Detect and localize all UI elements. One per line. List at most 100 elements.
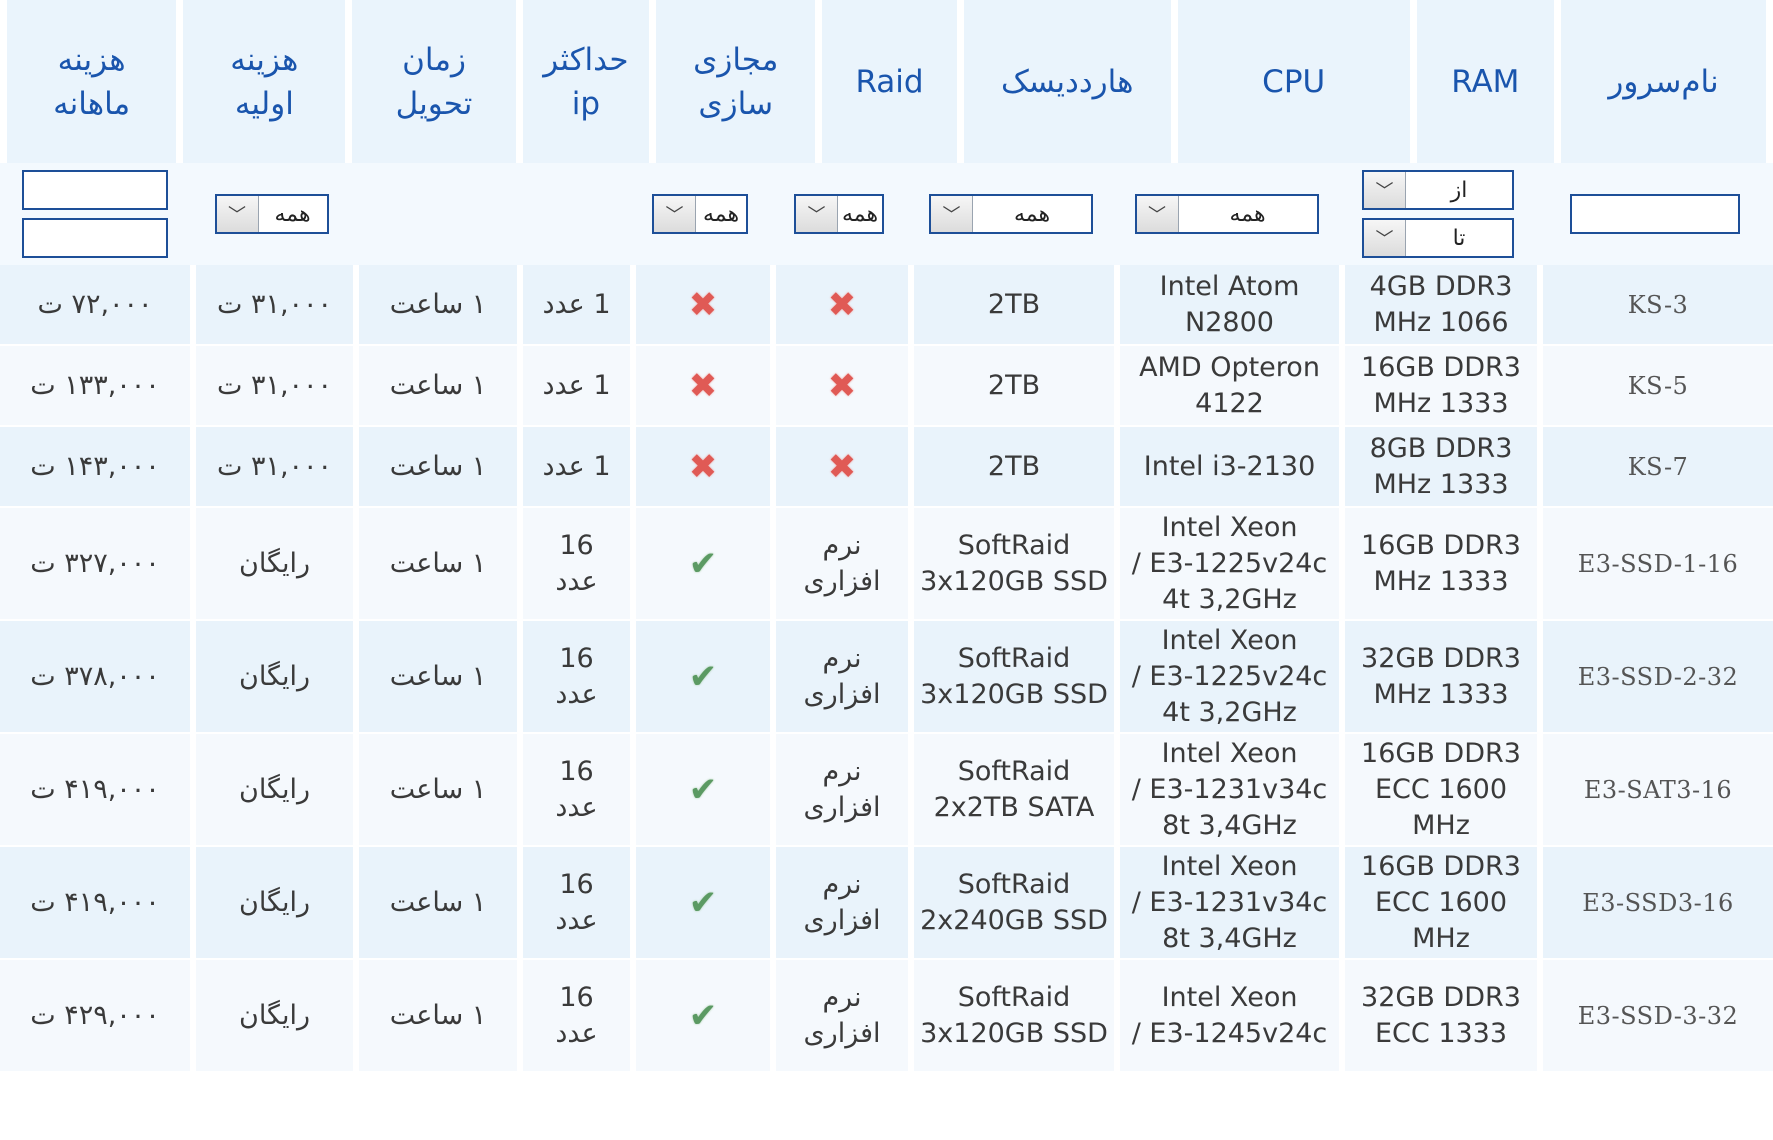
cpu-text: Intel i3-2130 bbox=[1143, 450, 1316, 482]
header-max-ip[interactable]: حداکثر ip bbox=[522, 0, 650, 163]
header-hdd-label: هارددیسک bbox=[1001, 63, 1134, 100]
table-row[interactable]: KS-5 16GB DDR3 1333 MHz AMD Opteron 4122 2TB ✖… bbox=[0, 346, 1773, 427]
check-icon: ✔ bbox=[688, 882, 718, 923]
filter-virtualization-cell: همه ﹀ bbox=[630, 163, 770, 265]
filter-ram-to-select[interactable]: تا ﹀ bbox=[1362, 218, 1514, 258]
header-setup-line1: هزینه bbox=[230, 41, 299, 78]
cell-ram: 32GB DDR3 ECC 1333 bbox=[1339, 960, 1537, 1071]
header-monthly-cost[interactable]: هزینه ماهانه bbox=[7, 0, 177, 163]
ip-text: عدد bbox=[555, 678, 598, 710]
filter-ram-to-value: تا bbox=[1452, 225, 1466, 251]
check-icon: ✔ bbox=[688, 656, 718, 697]
cell-hdd: SoftRaid 3x120GB SSD bbox=[908, 960, 1114, 1071]
delivery-text: ۱ ساعت bbox=[389, 547, 487, 579]
cpu-text: 4t 3,2GHz bbox=[1162, 696, 1297, 728]
delivery-text: ۱ ساعت bbox=[389, 369, 487, 401]
table-row[interactable]: E3-SSD-2-32 32GB DDR3 1333 MHz Intel Xeon E3… bbox=[0, 621, 1773, 734]
chevron-down-icon[interactable]: ﹀ bbox=[1364, 172, 1406, 208]
hdd-text: 3x120GB SSD bbox=[920, 1017, 1108, 1049]
cpu-text: AMD Opteron bbox=[1139, 351, 1320, 383]
cell-server-name: KS-3 bbox=[1537, 265, 1773, 344]
server-name-text: E3-SAT3-16 bbox=[1583, 775, 1733, 804]
cell-raid: نرم افزاری bbox=[770, 508, 908, 619]
filter-ram-from-select[interactable]: از ﹀ bbox=[1362, 170, 1514, 210]
delivery-text: ۱ ساعت bbox=[389, 450, 487, 482]
filter-setup-value: همه bbox=[274, 201, 311, 227]
filter-cpu-select[interactable]: همه ﹀ bbox=[1134, 194, 1319, 234]
table-row[interactable]: KS-3 4GB DDR3 1066 MHz Intel Atom N2800 2TB ✖ ✖… bbox=[0, 265, 1773, 346]
ip-text: 16 bbox=[559, 529, 594, 561]
ip-text: عدد bbox=[555, 565, 598, 597]
raid-text: افزاری bbox=[803, 565, 881, 597]
hdd-text: SoftRaid bbox=[957, 755, 1071, 787]
header-setup-cost[interactable]: هزینه اولیه bbox=[183, 0, 346, 163]
setup-cost-text: رایگان bbox=[238, 660, 311, 692]
ip-text: 16 bbox=[559, 755, 594, 787]
table-row[interactable]: KS-7 8GB DDR3 1333 MHz Intel i3-2130 2TB ✖ ✖ 1 … bbox=[0, 427, 1773, 508]
ram-text: 1333 MHz bbox=[1373, 565, 1509, 597]
x-icon: ✖ bbox=[827, 365, 857, 406]
header-ram[interactable]: RAM bbox=[1416, 0, 1554, 163]
cpu-text: E3-1225v24c / bbox=[1131, 547, 1328, 579]
header-virtualization-line1: مجازی bbox=[693, 41, 779, 78]
header-max-ip-line2: ip bbox=[571, 85, 601, 122]
header-virtualization[interactable]: مجازی سازی bbox=[656, 0, 816, 163]
cpu-text: E3-1225v24c / bbox=[1131, 660, 1328, 692]
cpu-text: Intel Xeon bbox=[1161, 981, 1298, 1013]
filter-name-cell bbox=[1537, 163, 1773, 265]
filter-virtualization-select[interactable]: همه ﹀ bbox=[652, 194, 748, 234]
raid-text: افزاری bbox=[803, 1017, 881, 1049]
cell-hdd: SoftRaid 3x120GB SSD bbox=[908, 621, 1114, 732]
cell-hdd: 2TB bbox=[908, 346, 1114, 425]
cell-virtualization: ✔ bbox=[630, 621, 770, 732]
table-row[interactable]: E3-SSD-3-32 32GB DDR3 ECC 1333 Intel Xeon E3… bbox=[0, 960, 1773, 1073]
cell-ram: 16GB DDR3 1333 MHz bbox=[1339, 508, 1537, 619]
filter-setup-cell: همه ﹀ bbox=[190, 163, 353, 265]
cell-monthly-cost: ۱۳۳,۰۰۰ ت bbox=[0, 346, 190, 425]
header-setup-line2: اولیه bbox=[234, 85, 294, 122]
chevron-down-icon[interactable]: ﹀ bbox=[796, 196, 838, 232]
filter-raid-select[interactable]: همه ﹀ bbox=[794, 194, 884, 234]
cell-delivery-time: ۱ ساعت bbox=[353, 734, 517, 845]
ip-text: 1 عدد bbox=[542, 288, 611, 320]
filter-name-input[interactable] bbox=[1570, 194, 1740, 234]
filter-hdd-select[interactable]: همه ﹀ bbox=[929, 194, 1093, 234]
header-cpu[interactable]: CPU bbox=[1177, 0, 1410, 163]
chevron-down-icon[interactable]: ﹀ bbox=[1136, 196, 1179, 232]
cell-delivery-time: ۱ ساعت bbox=[353, 265, 517, 344]
chevron-down-icon[interactable]: ﹀ bbox=[1364, 220, 1406, 256]
header-name[interactable]: نام‌سرور bbox=[1560, 0, 1766, 163]
raid-text: نرم bbox=[822, 529, 862, 561]
filter-monthly-min-input[interactable] bbox=[22, 170, 168, 210]
raid-text: افزاری bbox=[803, 904, 881, 936]
header-raid[interactable]: Raid bbox=[822, 0, 957, 163]
cell-ram: 32GB DDR3 1333 MHz bbox=[1339, 621, 1537, 732]
filter-setup-select[interactable]: همه ﹀ bbox=[214, 194, 329, 234]
table-row[interactable]: E3-SSD3-16 16GB DDR3 ECC 1600 MHz Intel Xeon… bbox=[0, 847, 1773, 960]
cell-virtualization: ✖ bbox=[630, 346, 770, 425]
check-icon: ✔ bbox=[688, 995, 718, 1036]
filter-monthly-max-input[interactable] bbox=[22, 218, 168, 258]
cell-max-ip: 16 عدد bbox=[517, 847, 630, 958]
cell-raid: ✖ bbox=[770, 346, 908, 425]
table-row[interactable]: E3-SSD-1-16 16GB DDR3 1333 MHz Intel Xeon E3… bbox=[0, 508, 1773, 621]
raid-text: افزاری bbox=[803, 791, 881, 823]
cpu-text: E3-1245v24c / bbox=[1131, 1017, 1328, 1049]
cell-server-name: E3-SAT3-16 bbox=[1537, 734, 1773, 845]
chevron-down-icon[interactable]: ﹀ bbox=[216, 196, 259, 232]
ram-text: ECC 1600 bbox=[1374, 773, 1508, 805]
ram-text: 8GB DDR3 bbox=[1369, 432, 1513, 464]
chevron-down-icon[interactable]: ﹀ bbox=[654, 196, 696, 232]
ram-text: ECC 1600 bbox=[1374, 886, 1508, 918]
chevron-down-icon[interactable]: ﹀ bbox=[931, 196, 973, 232]
cell-ram: 4GB DDR3 1066 MHz bbox=[1339, 265, 1537, 344]
cell-raid: ✖ bbox=[770, 265, 908, 344]
header-delivery-time[interactable]: زمان تحویل bbox=[352, 0, 516, 163]
cell-server-name: E3-SSD-2-32 bbox=[1537, 621, 1773, 732]
setup-cost-text: ۳۱,۰۰۰ ت bbox=[216, 369, 333, 401]
header-hdd[interactable]: هارددیسک bbox=[963, 0, 1171, 163]
table-row[interactable]: E3-SAT3-16 16GB DDR3 ECC 1600 MHz Intel Xeon… bbox=[0, 734, 1773, 847]
setup-cost-text: ۳۱,۰۰۰ ت bbox=[216, 450, 333, 482]
header-raid-label: Raid bbox=[855, 63, 924, 100]
setup-cost-text: رایگان bbox=[238, 773, 311, 805]
